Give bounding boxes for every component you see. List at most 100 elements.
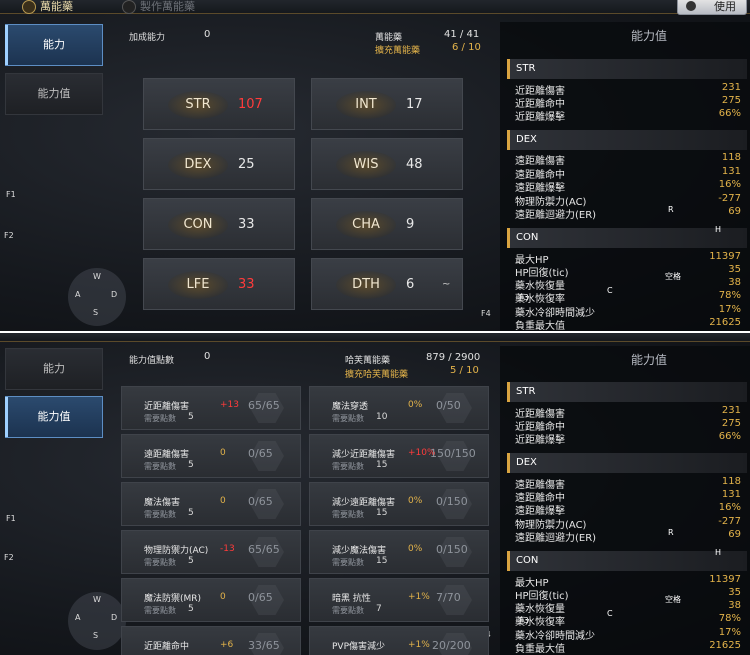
potion-label: 哈芙萬能藥: [345, 356, 391, 366]
hotkey-h: H: [715, 548, 722, 557]
detail-row: 遠距離傷害 118: [515, 152, 741, 167]
stat-dth[interactable]: DTH 6 ~: [311, 258, 463, 310]
tab-craft-potion[interactable]: 製作萬能藥: [122, 0, 195, 14]
detail-row: 藥水恢復量 38: [515, 600, 741, 615]
section-str: STR: [507, 59, 747, 79]
hotkey-f3: F3: [519, 616, 529, 625]
hotkey-r: R: [668, 205, 674, 214]
key-w: W: [93, 272, 101, 281]
extend-label: 擴充哈芙萬能藥: [345, 370, 409, 380]
ability-card[interactable]: 魔法防禦(MR) 需要點數 5 0 0/65: [121, 578, 301, 622]
ability-card[interactable]: 近距離傷害 需要點數 5 +13 65/65: [121, 386, 301, 430]
detail-row: 近距離爆擊 66%: [515, 431, 741, 446]
hotkey-f3: F3: [519, 293, 529, 302]
detail-row: 最大HP 11397: [515, 574, 741, 589]
bonus-value: 0: [204, 29, 211, 40]
stat-str[interactable]: STR 107: [143, 78, 295, 130]
hotkey-f1: F1: [6, 514, 16, 523]
section-dex: DEX: [507, 130, 747, 150]
detail-row: 最大HP 11397: [515, 251, 741, 266]
stat-lfe[interactable]: LFE 33: [143, 258, 295, 310]
stat-con[interactable]: CON 33: [143, 198, 295, 250]
ability-card[interactable]: PVP傷害減少 +1% 20/200: [309, 626, 489, 655]
key-a: A: [75, 290, 81, 299]
hotkey-f2: F2: [4, 231, 14, 240]
detail-row: 近距離命中 275: [515, 418, 741, 433]
hotkey-c: C: [607, 286, 613, 295]
stat-cha[interactable]: CHA 9: [311, 198, 463, 250]
craft-emblem-icon: [122, 0, 136, 14]
ability-card[interactable]: 減少魔法傷害 需要點數 15 0% 0/150: [309, 530, 489, 574]
detail-row: 遠距離迴避力(ER) 69: [515, 529, 741, 544]
stat-dex[interactable]: DEX 25: [143, 138, 295, 190]
potion-value: 41 / 41: [444, 29, 480, 40]
sidebar-tab-ability-value[interactable]: 能力值: [5, 396, 103, 438]
points-value: 0: [204, 351, 211, 362]
key-d: D: [111, 290, 118, 299]
detail-row: 負重最大值 21625: [515, 640, 741, 655]
detail-row: 近距離命中 275: [515, 95, 741, 110]
potion-flask-icon: [686, 1, 696, 11]
hotkey-space: 空格: [665, 272, 681, 281]
key-d: D: [111, 613, 118, 622]
hotkey-f1: F1: [6, 190, 16, 199]
detail-row: 遠距離命中 131: [515, 489, 741, 504]
key-w: W: [93, 595, 101, 604]
detail-row: 藥水冷卻時間減少 17%: [515, 304, 741, 319]
detail-row: 藥水恢復率 78%: [515, 290, 741, 305]
detail-row: HP回復(tic) 35: [515, 264, 741, 279]
stat-int[interactable]: INT 17: [311, 78, 463, 130]
detail-row: 遠距離爆擊 16%: [515, 502, 741, 517]
ability-card[interactable]: 魔法穿透 需要點數 10 0% 0/50: [309, 386, 489, 430]
detail-row: 遠距離傷害 118: [515, 476, 741, 491]
hotkey-f4: F4: [481, 309, 491, 318]
top-bar: 萬能藥 製作萬能藥 使用: [0, 0, 750, 15]
potion-value: 879 / 2900: [426, 352, 481, 363]
extend-value: 6 / 10: [452, 42, 481, 53]
bonus-label: 加成能力: [129, 33, 166, 43]
extend-value: 5 / 10: [450, 365, 479, 376]
hotkey-space: 空格: [665, 595, 681, 604]
detail-row: 近距離爆擊 66%: [515, 108, 741, 123]
section-con: CON: [507, 228, 747, 248]
sidebar-tab-ability-value[interactable]: 能力值: [5, 73, 103, 115]
use-button[interactable]: 使用: [677, 0, 747, 15]
detail-row: 近距離傷害 231: [515, 405, 741, 420]
ability-card[interactable]: 遠距離傷害 需要點數 5 0 0/65: [121, 434, 301, 478]
section-str: STR: [507, 382, 747, 402]
hotkey-h: H: [715, 225, 722, 234]
ability-panel-top: 萬能藥 製作萬能藥 使用 能力 能力值 F1 F2 W A D S F4 加成能…: [0, 0, 750, 331]
detail-row: 物理防禦力(AC) -277: [515, 516, 741, 531]
ability-card[interactable]: 暗黑 抗性 需要點數 7 +1% 7/70: [309, 578, 489, 622]
points-label: 能力值點數: [129, 356, 175, 366]
key-s: S: [93, 631, 99, 640]
detail-row: 藥水恢復率 78%: [515, 613, 741, 628]
key-a: A: [75, 613, 81, 622]
detail-panel-title: 能力值: [630, 29, 667, 43]
ability-card[interactable]: 減少遠距離傷害 需要點數 15 0% 0/150: [309, 482, 489, 526]
detail-row: 近距離傷害 231: [515, 82, 741, 97]
section-dex: DEX: [507, 453, 747, 473]
ability-card[interactable]: 物理防禦力(AC) 需要點數 5 -13 65/65: [121, 530, 301, 574]
ability-panel-bottom: 能力 能力值 F1 F2 W A D S F4 能力值點數 0 哈芙萬能藥 87…: [0, 333, 750, 655]
detail-row: 藥水恢復量 38: [515, 277, 741, 292]
extend-label: 擴充萬能藥: [375, 46, 421, 56]
ability-card[interactable]: 減少近距離傷害 需要點數 15 +10% 150/150: [309, 434, 489, 478]
key-s: S: [93, 308, 99, 317]
stat-wis[interactable]: WIS 48: [311, 138, 463, 190]
top-bar-edge: [0, 333, 750, 342]
detail-row: HP回復(tic) 35: [515, 587, 741, 602]
hotkey-c: C: [607, 609, 613, 618]
ability-card[interactable]: 魔法傷害 需要點數 5 0 0/65: [121, 482, 301, 526]
sidebar-tab-ability[interactable]: 能力: [5, 348, 103, 390]
tab-potion[interactable]: 萬能藥: [22, 0, 73, 14]
ability-card[interactable]: 近距離命中 +6 33/65: [121, 626, 301, 655]
sidebar-tab-ability[interactable]: 能力: [5, 24, 103, 66]
detail-row: 物理防禦力(AC) -277: [515, 193, 741, 208]
section-con: CON: [507, 551, 747, 571]
detail-row: 遠距離迴避力(ER) 69: [515, 206, 741, 221]
detail-row: 遠距離命中 131: [515, 166, 741, 181]
detail-row: 負重最大值 21625: [515, 317, 741, 331]
detail-row: 藥水冷卻時間減少 17%: [515, 627, 741, 642]
potion-emblem-icon: [22, 0, 36, 14]
